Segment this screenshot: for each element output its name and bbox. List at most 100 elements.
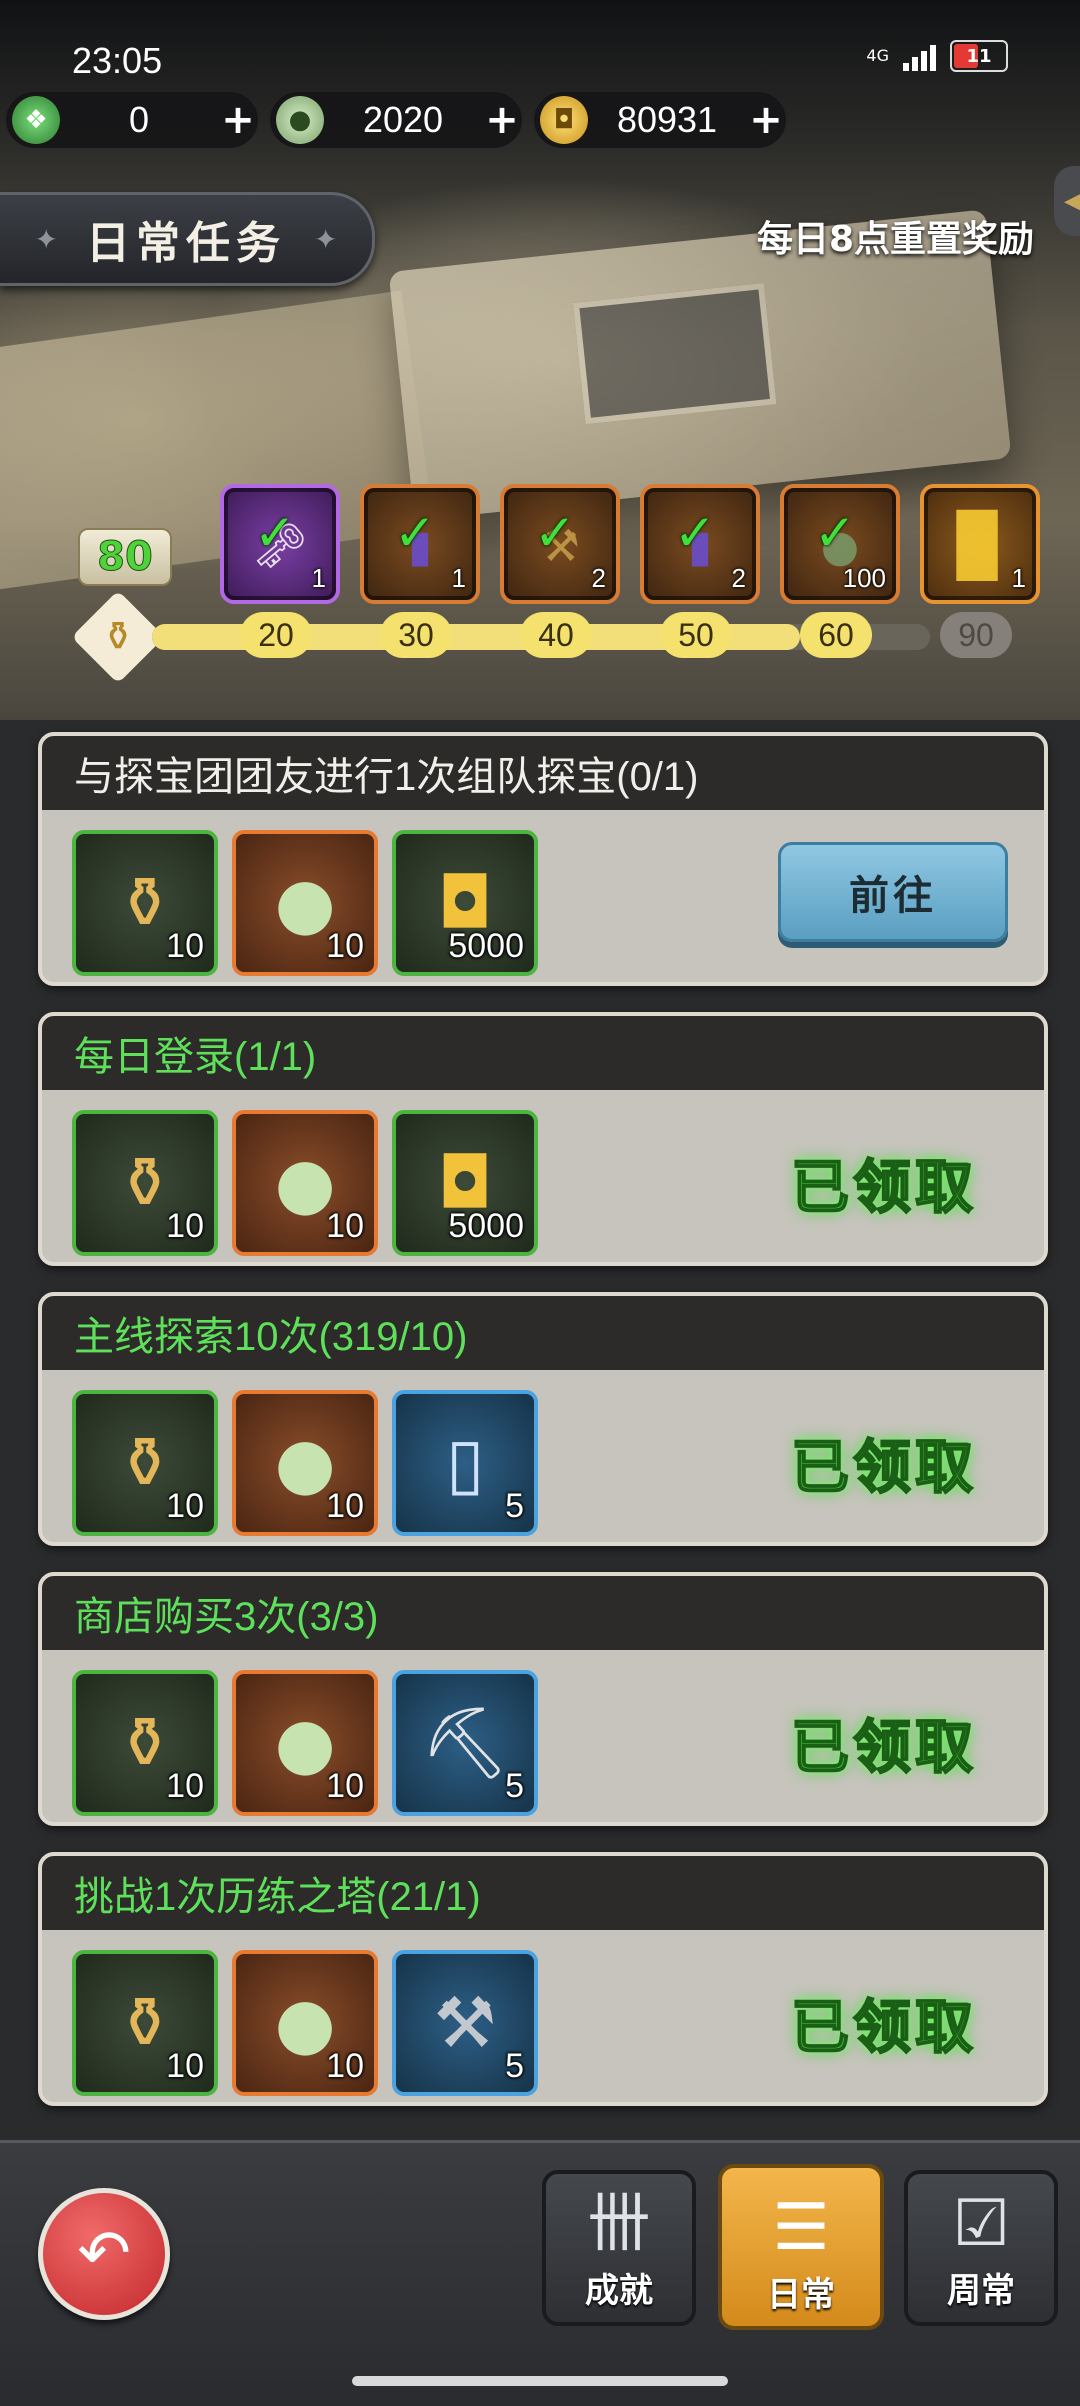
reward-slot[interactable]: ⛏ 5 xyxy=(392,1670,538,1816)
reward-count: 10 xyxy=(326,1487,364,1525)
page-title-banner: ✦ 日常任务 ✦ xyxy=(0,192,375,286)
milestone-label: 90 xyxy=(940,612,1012,658)
shovel-icon: ⛏ xyxy=(420,1702,510,1784)
tab-daily[interactable]: ☰ 日常 xyxy=(718,2164,884,2330)
tab-achievements[interactable]: 卌 成就 xyxy=(542,2170,696,2326)
currency-bar: ❖ 0 + ● 2020 + ◘ 80931 + xyxy=(6,92,786,148)
reward-count: 10 xyxy=(326,927,364,965)
reward-count: 10 xyxy=(166,1207,204,1245)
task-title: 商店购买3次(3/3) xyxy=(42,1576,1044,1650)
claimed-label: 已领取 xyxy=(790,1712,977,1782)
talisman-icon: ▯ xyxy=(445,1422,485,1504)
status-time: 23:05 xyxy=(72,40,163,81)
check-icon: ✓ xyxy=(394,504,436,562)
sparkle-icon: ✦ xyxy=(314,222,338,256)
coin-icon: ◘ xyxy=(540,96,588,144)
battery-level: 11 xyxy=(966,45,992,67)
reward-slot[interactable]: ● 10 xyxy=(232,1950,378,2096)
status-indicators: 4G 11 xyxy=(866,40,1008,72)
milestone-label: 40 xyxy=(520,612,592,658)
reward-count: 10 xyxy=(326,2047,364,2085)
reward-slot[interactable]: ⚱ 10 xyxy=(72,830,218,976)
milestone-reward-chest[interactable]: ▮ ✓ 2 xyxy=(640,484,760,604)
reward-slot[interactable]: ▯ 5 xyxy=(392,1390,538,1536)
milestone-reward-chest[interactable]: ⚒ ✓ 2 xyxy=(500,484,620,604)
checklist-icon: ☑ xyxy=(952,2187,1010,2261)
reward-count: 5000 xyxy=(448,927,524,965)
tab-label: 日常 xyxy=(767,2275,835,2315)
signal-icon xyxy=(903,41,936,71)
reward-count: 10 xyxy=(326,1767,364,1805)
back-button[interactable]: ↶ xyxy=(38,2188,170,2320)
milestone-reward-chest[interactable]: ▉ 1 xyxy=(920,484,1040,604)
battery-icon: 11 xyxy=(950,40,1008,72)
pouch-icon: ● xyxy=(276,96,324,144)
add-pouch-button[interactable]: + xyxy=(482,97,522,143)
reward-slot[interactable]: ⚱ 10 xyxy=(72,1950,218,2096)
back-arrow-icon: ↶ xyxy=(77,2217,131,2291)
reward-count: 2 xyxy=(591,563,606,593)
task-title: 主线探索10次(319/10) xyxy=(42,1296,1044,1370)
hammer-icon: ⚒ xyxy=(433,1982,497,2064)
reward-count: 1 xyxy=(311,563,326,593)
milestone-label: 20 xyxy=(240,612,312,658)
reward-slot[interactable]: ⚱ 10 xyxy=(72,1110,218,1256)
reward-count: 10 xyxy=(166,2047,204,2085)
reward-slot[interactable]: ● 10 xyxy=(232,1670,378,1816)
add-jade-button[interactable]: + xyxy=(218,97,258,143)
currency-value: 0 xyxy=(128,99,150,140)
jade-icon: ❖ xyxy=(12,96,60,144)
check-icon: ✓ xyxy=(674,504,716,562)
tab-label: 成就 xyxy=(585,2271,653,2311)
reward-slot[interactable]: ● 10 xyxy=(232,1110,378,1256)
reward-slot[interactable]: ● 10 xyxy=(232,1390,378,1536)
milestone-label: 60 xyxy=(800,612,872,658)
check-icon: ✓ xyxy=(534,504,576,562)
tab-weekly[interactable]: ☑ 周常 xyxy=(904,2170,1058,2326)
page-title: 日常任务 xyxy=(86,218,286,269)
add-coin-button[interactable]: + xyxy=(746,97,786,143)
milestone-reward-chest[interactable]: 🗝 ✓ 1 xyxy=(220,484,340,604)
gold-card-icon: ▉ xyxy=(956,511,1004,581)
task-card: 挑战1次历练之塔(21/1) ⚱ 10 ● 10 ⚒ 5 已领取 xyxy=(38,1852,1048,2106)
task-title: 每日登录(1/1) xyxy=(42,1016,1044,1090)
task-title: 挑战1次历练之塔(21/1) xyxy=(42,1856,1044,1930)
task-card: 商店购买3次(3/3) ⚱ 10 ● 10 ⛏ 5 已领取 xyxy=(38,1572,1048,1826)
task-rewards: ⚱ 10 ● 10 ⚒ 5 xyxy=(72,1950,538,2096)
tab-label: 周常 xyxy=(947,2271,1015,2311)
task-rewards: ⚱ 10 ● 10 ◘ 5000 xyxy=(72,830,538,976)
milestone-reward-chest[interactable]: ● ✓ 100 xyxy=(780,484,900,604)
reward-slot[interactable]: ◘ 5000 xyxy=(392,830,538,976)
reward-slot[interactable]: ● 10 xyxy=(232,830,378,976)
task-rewards: ⚱ 10 ● 10 ▯ 5 xyxy=(72,1390,538,1536)
side-expand-button[interactable]: ◀ xyxy=(1054,166,1080,236)
currency-jade: ❖ 0 + xyxy=(6,92,258,148)
reset-note: 每日8点重置奖励 xyxy=(756,219,1034,260)
reward-count: 10 xyxy=(166,927,204,965)
milestone-reward-chest[interactable]: ▮ ✓ 1 xyxy=(360,484,480,604)
reward-slot[interactable]: ⚱ 10 xyxy=(72,1390,218,1536)
reward-slot[interactable]: ◘ 5000 xyxy=(392,1110,538,1256)
task-card: 每日登录(1/1) ⚱ 10 ● 10 ◘ 5000 已领取 xyxy=(38,1012,1048,1266)
reward-slot[interactable]: ⚒ 5 xyxy=(392,1950,538,2096)
task-rewards: ⚱ 10 ● 10 ◘ 5000 xyxy=(72,1110,538,1256)
go-button[interactable]: 前往 xyxy=(778,842,1008,942)
currency-pouch: ● 2020 + xyxy=(270,92,522,148)
list-icon: ☰ xyxy=(772,2191,830,2265)
sparkle-icon: ✦ xyxy=(34,222,58,256)
reward-count: 10 xyxy=(166,1487,204,1525)
task-card: 与探宝团团友进行1次组队探宝(0/1) ⚱ 10 ● 10 ◘ 5000 前往 xyxy=(38,732,1048,986)
reward-count: 5 xyxy=(505,1767,524,1805)
claimed-label: 已领取 xyxy=(790,1152,977,1222)
reward-count: 100 xyxy=(842,563,886,593)
reward-slot[interactable]: ⚱ 10 xyxy=(72,1670,218,1816)
milestone-label: 30 xyxy=(380,612,452,658)
achievements-icon: 卌 xyxy=(587,2187,651,2261)
reward-count: 10 xyxy=(326,1207,364,1245)
task-rewards: ⚱ 10 ● 10 ⛏ 5 xyxy=(72,1670,538,1816)
reward-count: 1 xyxy=(451,563,466,593)
home-indicator xyxy=(352,2376,728,2386)
reward-count: 1 xyxy=(1011,563,1026,593)
claimed-label: 已领取 xyxy=(790,1432,977,1502)
reward-count: 10 xyxy=(166,1767,204,1805)
